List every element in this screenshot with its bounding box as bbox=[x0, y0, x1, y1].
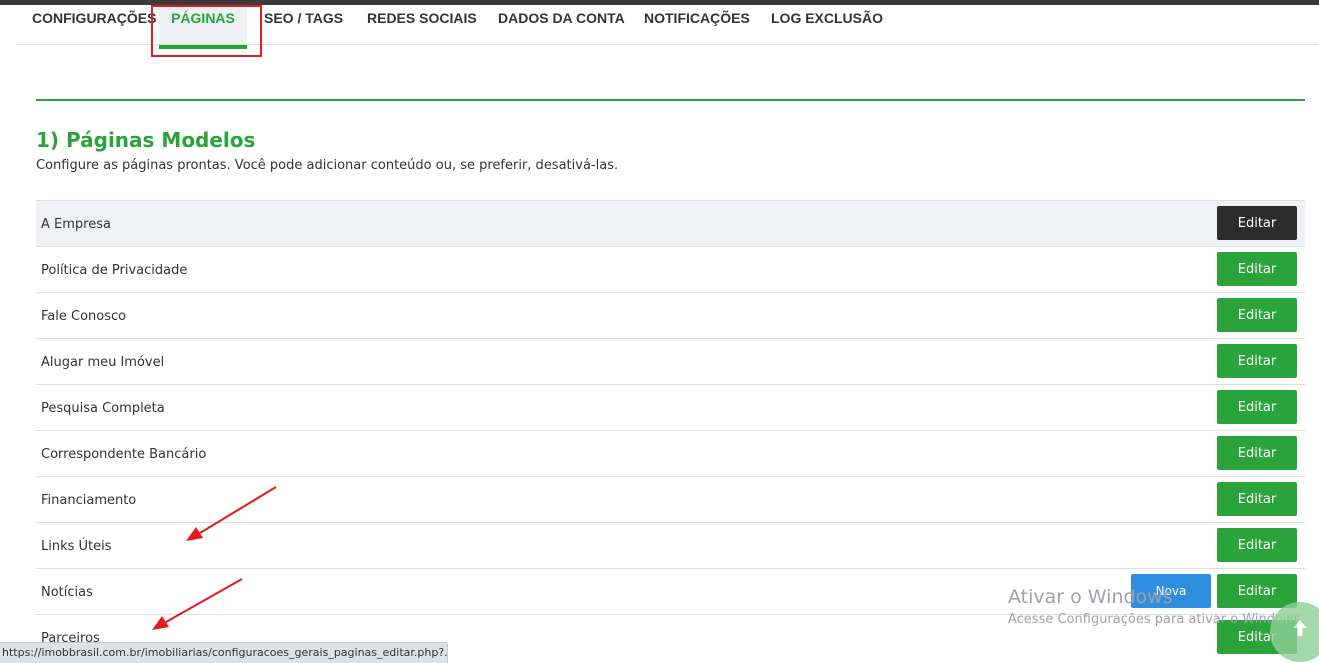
list-item: Links Úteis Editar bbox=[36, 522, 1305, 568]
page-label: Fale Conosco bbox=[41, 309, 127, 324]
section-description: Configure as páginas prontas. Você pode … bbox=[36, 158, 619, 173]
edit-button[interactable]: Editar bbox=[1217, 344, 1297, 378]
list-item: Política de Privacidade Editar bbox=[36, 246, 1305, 292]
list-item: Notícias Editar bbox=[36, 568, 1305, 614]
tabs-bar: CONFIGURAÇÕES PÁGINAS SEO / TAGS REDES S… bbox=[16, 5, 1319, 49]
arrow-up-icon bbox=[1293, 620, 1307, 636]
page-label: Financiamento bbox=[41, 493, 137, 508]
list-item: Alugar meu Imóvel Editar bbox=[36, 338, 1305, 384]
edit-button[interactable]: Editar bbox=[1217, 206, 1297, 240]
edit-button[interactable]: Editar bbox=[1217, 436, 1297, 470]
page-label: Alugar meu Imóvel bbox=[41, 355, 165, 370]
page-label: Correspondente Bancário bbox=[41, 447, 207, 462]
list-item: Correspondente Bancário Editar bbox=[36, 430, 1305, 476]
page-label: Pesquisa Completa bbox=[41, 401, 165, 416]
list-item: A Empresa Editar bbox=[36, 200, 1305, 246]
tab-log-exclusao[interactable]: LOG EXCLUSÃO bbox=[771, 5, 883, 44]
tab-notificacoes[interactable]: NOTIFICAÇÕES bbox=[644, 5, 750, 44]
page-label: Notícias bbox=[41, 585, 93, 600]
tab-redes-sociais[interactable]: REDES SOCIAIS bbox=[367, 5, 477, 44]
edit-button[interactable]: Editar bbox=[1217, 298, 1297, 332]
list-item: Pesquisa Completa Editar bbox=[36, 384, 1305, 430]
section-divider bbox=[36, 99, 1305, 101]
page-label: A Empresa bbox=[41, 217, 111, 232]
status-bar-url: https://imobbrasil.com.br/imobiliarias/c… bbox=[0, 642, 448, 663]
list-item: Financiamento Editar bbox=[36, 476, 1305, 522]
edit-button[interactable]: Editar bbox=[1217, 528, 1297, 562]
tab-dados-da-conta[interactable]: DADOS DA CONTA bbox=[498, 5, 625, 44]
tab-seo-tags[interactable]: SEO / TAGS bbox=[264, 5, 343, 44]
pages-list: A Empresa Editar Política de Privacidade… bbox=[36, 200, 1305, 660]
edit-button[interactable]: Editar bbox=[1217, 252, 1297, 286]
tab-configuracoes[interactable]: CONFIGURAÇÕES bbox=[32, 5, 156, 44]
tab-paginas[interactable]: PÁGINAS bbox=[159, 5, 247, 49]
section-title: 1) Páginas Modelos bbox=[36, 128, 256, 152]
page-label: Política de Privacidade bbox=[41, 263, 188, 278]
active-tab-indicator bbox=[159, 45, 247, 49]
new-page-button[interactable]: Nova bbox=[1131, 574, 1211, 608]
edit-button[interactable]: Editar bbox=[1217, 482, 1297, 516]
page-label: Links Úteis bbox=[41, 539, 112, 554]
list-item: Fale Conosco Editar bbox=[36, 292, 1305, 338]
edit-button[interactable]: Editar bbox=[1217, 574, 1297, 608]
edit-button[interactable]: Editar bbox=[1217, 390, 1297, 424]
